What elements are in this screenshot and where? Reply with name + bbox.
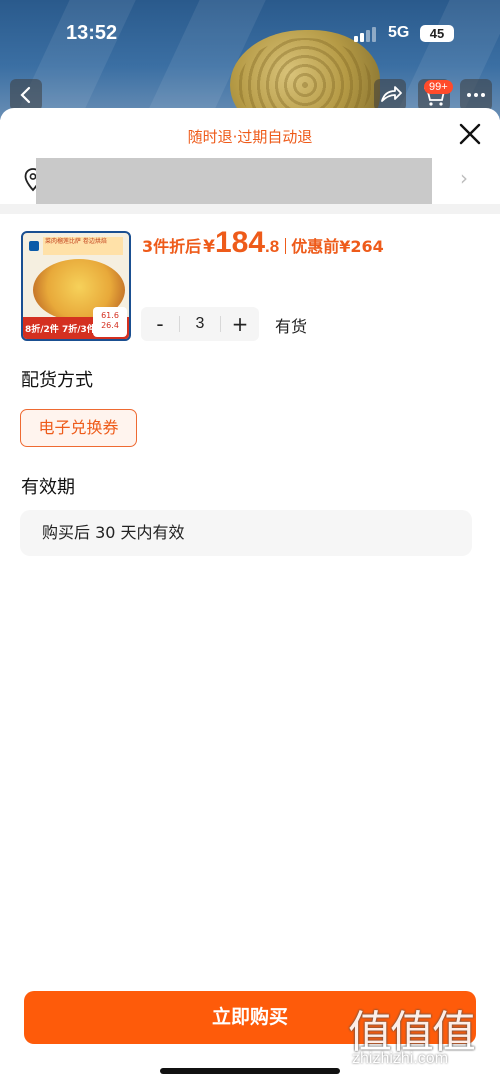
original-label: 优惠前 bbox=[291, 237, 340, 256]
share-button[interactable] bbox=[374, 79, 406, 111]
original-price: ¥264 bbox=[339, 237, 384, 256]
delivery-title: 配货方式 bbox=[21, 370, 93, 391]
price-line: 3件折后 ¥184.8 优惠前¥264 bbox=[142, 226, 384, 260]
home-indicator bbox=[160, 1068, 340, 1074]
more-button[interactable] bbox=[460, 79, 492, 111]
network-label: 5G bbox=[388, 24, 410, 41]
deal-price: 184 bbox=[214, 226, 266, 259]
quantity-stepper: - 3 + bbox=[141, 307, 259, 341]
refund-policy-text: 随时退·过期自动退 bbox=[187, 128, 313, 146]
decrease-button[interactable]: - bbox=[141, 307, 179, 341]
close-icon bbox=[459, 123, 481, 145]
address-redacted bbox=[36, 158, 432, 208]
stock-status: 有货 bbox=[275, 317, 308, 336]
purchase-sheet: 随时退·过期自动退 › 菜肉榴莲比萨 卷边烘焙 8折/2件 7折/3件 61.6… bbox=[0, 108, 500, 1084]
product-thumbnail: 菜肉榴莲比萨 卷边烘焙 8折/2件 7折/3件 61.6 26.4 bbox=[21, 231, 131, 341]
chevron-right-icon: › bbox=[460, 166, 468, 190]
currency-symbol: ¥ bbox=[203, 237, 215, 257]
increase-button[interactable]: + bbox=[221, 307, 259, 341]
thumbnail-title: 菜肉榴莲比萨 卷边烘焙 bbox=[43, 237, 123, 255]
chevron-left-icon bbox=[20, 86, 31, 104]
delivery-option-voucher[interactable]: 电子兑换券 bbox=[20, 409, 137, 447]
brand-logo bbox=[29, 241, 39, 251]
watermark: 值值值 zhizhizhi.com bbox=[348, 1007, 476, 1067]
more-icon bbox=[467, 93, 485, 97]
validity-title: 有效期 bbox=[21, 477, 75, 498]
thumbnail-price-tag: 61.6 26.4 bbox=[93, 307, 127, 337]
quantity-value[interactable]: 3 bbox=[179, 316, 221, 332]
signal-icon bbox=[354, 26, 380, 42]
validity-text: 购买后 30 天内有效 bbox=[20, 510, 472, 556]
section-divider bbox=[0, 204, 500, 214]
battery-icon: 45 bbox=[420, 25, 454, 42]
status-bar: 13:52 5G 45 bbox=[0, 0, 500, 70]
deal-price-decimal: .8 bbox=[265, 237, 280, 256]
cart-count-badge: 99+ bbox=[424, 80, 453, 94]
thumbnail-promo: 8折/2件 7折/3件 bbox=[25, 325, 96, 335]
status-time: 13:52 bbox=[66, 22, 118, 44]
share-icon bbox=[381, 86, 402, 102]
close-button[interactable] bbox=[456, 120, 484, 148]
back-button[interactable] bbox=[10, 79, 42, 111]
deal-label: 3件折后 bbox=[142, 237, 202, 256]
